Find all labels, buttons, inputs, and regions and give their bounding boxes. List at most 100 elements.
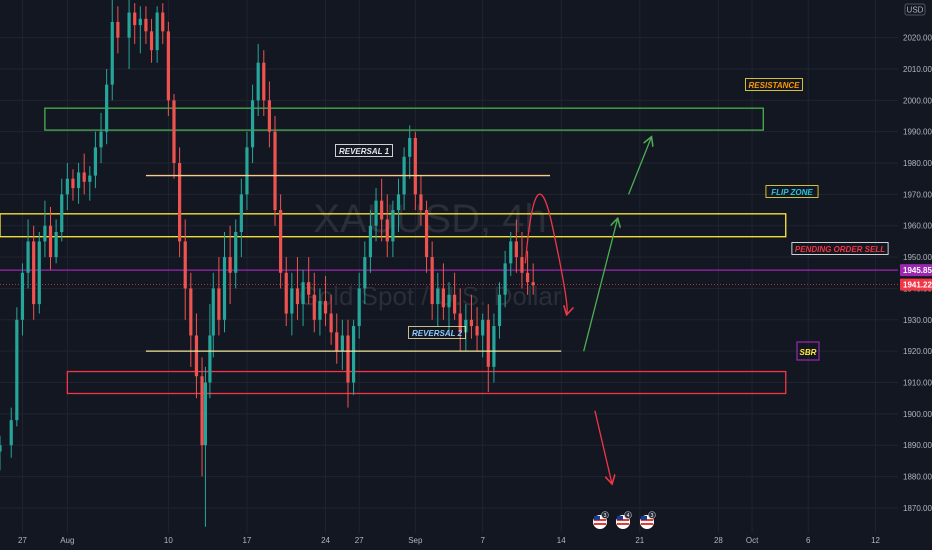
time-tick-label: 6 xyxy=(806,536,811,545)
candle-body xyxy=(380,200,384,220)
candle-body xyxy=(93,147,98,176)
current-price-tag: 1941.22 xyxy=(900,278,932,291)
candle-body xyxy=(0,445,2,452)
candle-body xyxy=(178,163,182,242)
price-tick-label: 1910.00 xyxy=(903,379,932,388)
candle-body xyxy=(239,194,243,233)
currency-badge[interactable]: USD xyxy=(904,3,926,16)
price-axis[interactable]: 1870.00 1880.00 1890.00 1900.00 1910.00 1920.… xyxy=(898,0,932,550)
reversal-1-label-text: REVERSAL 1 xyxy=(339,147,390,156)
flag-canton xyxy=(617,516,623,520)
chart-grid xyxy=(0,0,898,533)
price-tick-label: 1960.00 xyxy=(903,222,932,231)
candle-body xyxy=(279,210,283,273)
candle-body xyxy=(65,178,69,195)
sbr-label-text: SBR xyxy=(800,348,817,357)
candle-body xyxy=(208,335,212,383)
candle-body xyxy=(228,257,232,273)
candle-body xyxy=(88,175,92,182)
candle-body xyxy=(166,31,170,101)
reversal-2-label: REVERSAL 2 xyxy=(408,326,466,339)
price-tick-label: 1900.00 xyxy=(903,410,932,419)
time-tick-label: 7 xyxy=(480,536,485,545)
candle-body xyxy=(116,21,120,38)
candle-body xyxy=(481,319,485,336)
candle-body xyxy=(194,335,199,377)
candle-body xyxy=(408,137,412,157)
flag-us-icon: 4 xyxy=(616,511,632,529)
candle-body xyxy=(200,376,204,446)
candle-body xyxy=(127,12,131,38)
candle-body xyxy=(475,326,479,336)
time-tick-label: 24 xyxy=(321,536,330,545)
economic-events[interactable]: 3 4 3 xyxy=(593,511,656,530)
pending-price-tag-text: 1945.85 xyxy=(903,266,932,275)
candle-body xyxy=(363,257,367,289)
time-tick-label: 27 xyxy=(355,536,364,545)
price-tick-label: 1920.00 xyxy=(903,347,932,356)
candle-body xyxy=(82,172,86,182)
pending-price-tag: 1945.85 xyxy=(900,264,932,277)
candle-body xyxy=(267,100,271,132)
time-tick-label: Aug xyxy=(60,536,74,545)
candle-body xyxy=(335,332,339,352)
candle-body xyxy=(60,194,64,233)
candle-body xyxy=(172,100,176,164)
flag-canton xyxy=(641,516,647,520)
time-tick-label: 17 xyxy=(242,536,251,545)
time-tick-label: 27 xyxy=(18,536,27,545)
candle-body xyxy=(43,225,47,242)
candle-body xyxy=(318,300,322,320)
candle-body xyxy=(503,263,507,295)
candle-body xyxy=(374,200,378,226)
flag-stripe xyxy=(617,523,629,525)
green-arrow-up-1 xyxy=(583,219,618,352)
flag-us-icon: 3 xyxy=(593,511,609,529)
candle-body xyxy=(203,382,208,446)
price-tick-label: 2010.00 xyxy=(903,65,932,74)
candle-body xyxy=(441,288,445,308)
price-tick-label: 1870.00 xyxy=(903,504,932,513)
price-tick-label: 1970.00 xyxy=(903,190,932,199)
candle-body xyxy=(368,225,373,258)
candle-body xyxy=(329,313,333,333)
candle-body xyxy=(323,300,328,314)
candle-body xyxy=(357,288,361,327)
event-count-text: 3 xyxy=(604,513,607,519)
time-axis[interactable]: 27 Aug 10 17 24 27 Sep 7 14 21 28 Oct 6 12 xyxy=(0,533,932,550)
candle-body xyxy=(273,131,277,211)
candle-body xyxy=(32,241,36,305)
candle-body xyxy=(99,131,103,148)
time-tick-label: Sep xyxy=(408,536,423,545)
resistance-label-text: RESISTANCE xyxy=(749,81,801,90)
candle-body xyxy=(396,194,401,211)
candle-body xyxy=(15,319,19,421)
candle-body xyxy=(20,272,25,320)
candle-body xyxy=(424,210,429,258)
candle-body xyxy=(447,294,451,308)
candle-body xyxy=(26,241,30,273)
pending-order-label: PENDING ORDER SELL xyxy=(791,242,889,255)
candle-body xyxy=(301,282,305,305)
price-tick-label: 1980.00 xyxy=(903,159,932,168)
flag-stripe xyxy=(641,523,653,525)
candlestick-series xyxy=(0,0,535,527)
candle-body xyxy=(144,18,148,32)
candle-body xyxy=(9,420,13,446)
candle-body xyxy=(138,18,142,26)
candle-body xyxy=(133,12,137,26)
price-tick-label: 1890.00 xyxy=(903,441,932,450)
flip-zone-label-text: FLIP ZONE xyxy=(771,188,813,197)
candle-body xyxy=(183,241,187,289)
candle-body xyxy=(346,335,350,383)
candle-body xyxy=(222,257,227,320)
price-tick-label: 2020.00 xyxy=(903,34,932,43)
time-tick-label: Oct xyxy=(746,536,759,545)
time-tick-label: 12 xyxy=(871,536,880,545)
price-chart[interactable]: XAUUSD, 4h Gold Spot / U.S. Dollar RESIS… xyxy=(0,0,932,550)
currency-label: USD xyxy=(907,6,924,15)
candle-body xyxy=(430,257,434,305)
candle-body xyxy=(105,84,109,132)
candle-body xyxy=(161,12,165,32)
time-axis-bg xyxy=(0,533,932,550)
